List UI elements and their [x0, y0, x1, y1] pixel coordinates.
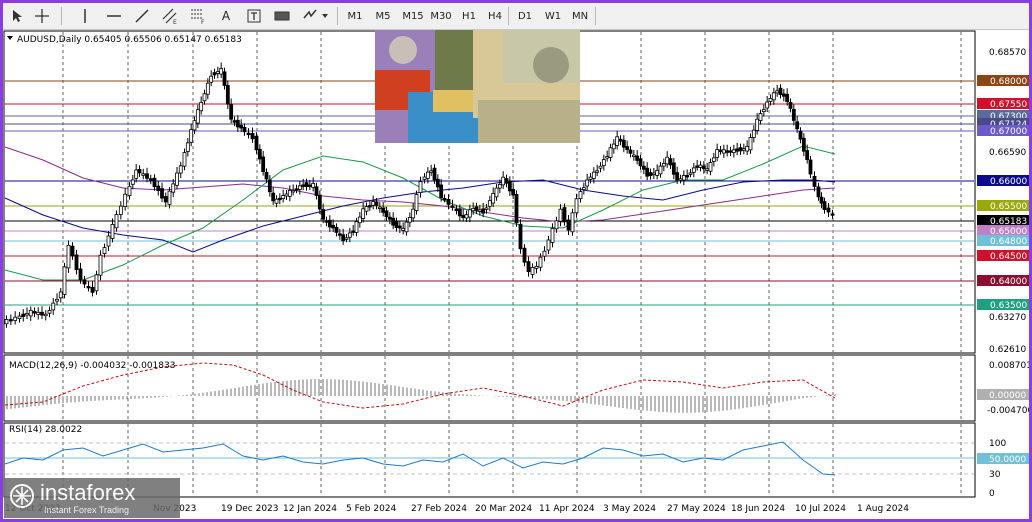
- price-level-label: 0.66000: [990, 177, 1027, 187]
- timeframe-h4[interactable]: H4: [483, 6, 507, 26]
- date-axis-label: 27 May 2024: [667, 504, 726, 514]
- macd-label: MACD(12,26,9) -0.004032 -0.001833: [9, 361, 175, 371]
- price-chart[interactable]: 0.680000.675500.673000.671240.670000.660…: [3, 30, 1029, 519]
- price-axis-label: 0.66590: [989, 148, 1026, 158]
- rsi-label: RSI(14) 28.0022: [9, 425, 82, 435]
- timeframe-mn[interactable]: MN: [567, 6, 593, 26]
- date-axis-label: 10 Jul 2024: [795, 504, 846, 514]
- price-level-label: 0.63500: [990, 301, 1027, 311]
- date-axis-label: 12 Jan 2024: [283, 504, 337, 514]
- rsi-axis-100: 100: [989, 439, 1006, 449]
- currency-banknotes-image: [375, 30, 580, 143]
- date-axis-label: 19 Dec 2023: [221, 504, 279, 514]
- macd-axis-top: 0.008701: [989, 361, 1029, 371]
- symbol-header: AUDUSD,Daily 0.65405 0.65506 0.65147 0.6…: [17, 35, 242, 45]
- timeframe-m30[interactable]: M30: [427, 6, 455, 26]
- price-level-label: 0.67000: [990, 127, 1027, 137]
- svg-text:E: E: [173, 19, 177, 25]
- horizontal-line-tool-icon[interactable]: [103, 6, 125, 26]
- price-axis-label: 0.63270: [989, 313, 1026, 323]
- macd-axis-bottom: -0.004700: [987, 406, 1029, 416]
- svg-text:F: F: [201, 19, 205, 25]
- trendline-tool-icon[interactable]: [131, 6, 153, 26]
- instaforex-logo-icon: [10, 484, 34, 508]
- price-level-label: 0.64500: [990, 252, 1027, 262]
- timeframe-m1[interactable]: M1: [343, 6, 367, 26]
- date-axis-label: 5 Feb 2024: [346, 504, 397, 514]
- channel-tool-icon[interactable]: E: [159, 6, 181, 26]
- chart-toolbar: E F A M1 M5 M15 M30 H1 H4 D1 W1 MN: [3, 3, 1029, 30]
- price-axis-label: 0.68570: [989, 48, 1026, 58]
- text-label-tool-icon[interactable]: [243, 6, 265, 26]
- date-axis-label: 20 Mar 2024: [475, 504, 532, 514]
- date-axis-label: 1 Aug 2024: [857, 504, 909, 514]
- price-level-label: 0.67550: [990, 100, 1027, 110]
- watermark-tagline: Instant Forex Trading: [44, 505, 130, 515]
- timeframe-h1[interactable]: H1: [457, 6, 481, 26]
- price-axis-label: 0.62610: [989, 345, 1026, 355]
- timeframe-m15[interactable]: M15: [399, 6, 427, 26]
- watermark-name: instaforex: [40, 480, 136, 505]
- text-tool-button[interactable]: A: [215, 6, 237, 26]
- price-level-label: 0.64000: [990, 277, 1027, 287]
- rsi-axis-50: 50.0000: [989, 455, 1026, 465]
- price-level-label: 0.68000: [990, 77, 1027, 87]
- rectangle-tool-icon[interactable]: [271, 6, 293, 26]
- price-level-label: 0.64800: [990, 237, 1027, 247]
- price-level-label: 0.65500: [990, 202, 1027, 212]
- crosshair-tool-icon[interactable]: [31, 6, 53, 26]
- macd-axis-zero: 0.00000: [989, 391, 1026, 401]
- date-axis-label: 27 Feb 2024: [411, 504, 467, 514]
- cursor-tool-icon[interactable]: [7, 6, 27, 26]
- timeframe-d1[interactable]: D1: [513, 6, 537, 26]
- timeframe-m5[interactable]: M5: [371, 6, 395, 26]
- fibonacci-tool-icon[interactable]: F: [187, 6, 209, 26]
- vertical-line-tool-icon[interactable]: [75, 6, 95, 26]
- watermark: instaforex Instant Forex Trading: [4, 478, 180, 518]
- date-axis-label: 11 Apr 2024: [539, 504, 595, 514]
- date-axis-label: 3 May 2024: [603, 504, 656, 514]
- rsi-axis-0: 0: [989, 489, 995, 499]
- timeframe-w1[interactable]: W1: [541, 6, 565, 26]
- rsi-axis-30: 30: [989, 470, 1001, 480]
- shapes-dropdown-icon[interactable]: [299, 6, 333, 26]
- date-axis-label: 18 Jun 2024: [731, 504, 785, 514]
